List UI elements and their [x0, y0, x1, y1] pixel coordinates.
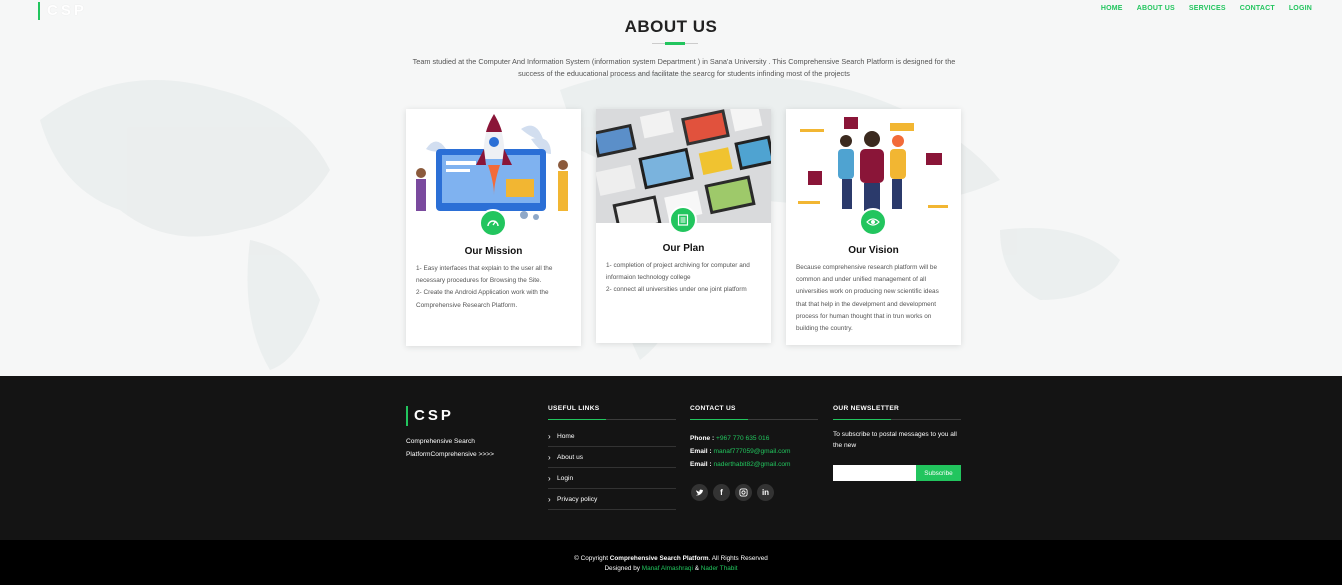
chevron-right-icon: ›	[548, 473, 551, 483]
vision-card: Our Vision Because comprehensive researc…	[786, 109, 961, 345]
subscribe-button[interactable]: Subscribe	[916, 465, 961, 481]
mission-text: 1- Easy interfaces that explain to the u…	[416, 265, 553, 309]
mission-title: Our Mission	[464, 246, 523, 257]
gauge-icon	[479, 209, 507, 237]
author-link-2[interactable]: Nader Thabit	[701, 565, 738, 572]
nav-services[interactable]: SERVICES	[1189, 5, 1226, 12]
facebook-icon[interactable]: f	[713, 484, 730, 501]
intro-text: Team studied at the Computer And Informa…	[412, 57, 956, 78]
footer-link-about[interactable]: › About us	[548, 447, 676, 468]
social-links: f in	[691, 484, 774, 501]
contact-divider	[690, 419, 818, 420]
page-title: ABOUT US	[624, 17, 718, 36]
useful-links-list: › Home › About us › Login › Privacy policy	[548, 426, 676, 510]
instagram-icon[interactable]	[735, 484, 752, 501]
email-1[interactable]: manaf777059@gmail.com	[713, 448, 790, 455]
contact-title: CONTACT US	[690, 405, 736, 412]
newsletter-form: Subscribe	[833, 465, 961, 481]
footer-link-home[interactable]: › Home	[548, 426, 676, 447]
vision-title: Our Vision	[848, 245, 899, 256]
main-nav: HOME ABOUT US SERVICES CONTACT LOGIN	[1101, 5, 1312, 12]
footer-description: Comprehensive Search PlatformComprehensi…	[406, 438, 494, 458]
author-link-1[interactable]: Manaf Almashraqi	[642, 565, 693, 572]
chevron-right-icon: ›	[548, 452, 551, 462]
footer-link-login[interactable]: › Login	[548, 468, 676, 489]
title-divider	[652, 42, 698, 45]
chevron-right-icon: ›	[548, 494, 551, 504]
nav-about-us[interactable]: ABOUT US	[1137, 5, 1175, 12]
newsletter-divider	[833, 419, 961, 420]
chevron-right-icon: ›	[548, 431, 551, 441]
designer-credits: Designed by Manaf Almashraqi & Nader Tha…	[604, 565, 738, 572]
linkedin-icon[interactable]: in	[757, 484, 774, 501]
copyright-bar: © Copyright Comprehensive Search Platfor…	[0, 540, 1342, 585]
useful-links-title: USEFUL LINKS	[548, 405, 600, 412]
eye-icon	[859, 208, 887, 236]
newsletter-title: OUR NEWSLETTER	[833, 405, 900, 412]
plan-title: Our Plan	[662, 243, 705, 254]
phone-number[interactable]: +967 770 635 016	[716, 435, 769, 442]
useful-links-divider	[548, 419, 676, 420]
twitter-icon[interactable]	[691, 484, 708, 501]
copyright-text: © Copyright Comprehensive Search Platfor…	[574, 555, 768, 562]
vision-illustration	[786, 109, 961, 223]
mission-illustration	[406, 109, 581, 223]
plan-text: 1- completion of project archiving for c…	[606, 262, 750, 294]
vision-text: Because comprehensive research platform …	[796, 264, 939, 333]
plan-card: Our Plan 1- completion of project archiv…	[596, 109, 771, 343]
nav-login[interactable]: LOGIN	[1289, 5, 1312, 12]
list-icon	[669, 206, 697, 234]
footer-link-privacy[interactable]: › Privacy policy	[548, 489, 676, 510]
nav-contact[interactable]: CONTACT	[1240, 5, 1275, 12]
nav-home[interactable]: HOME	[1101, 5, 1123, 12]
newsletter-email-input[interactable]	[833, 465, 916, 481]
newsletter-text: To subscribe to postal messages to you a…	[833, 431, 957, 449]
footer-brand[interactable]: CSP	[406, 406, 454, 426]
mission-card: Our Mission 1- Easy interfaces that expl…	[406, 109, 581, 346]
footer: CSP Comprehensive Search PlatformCompreh…	[0, 376, 1342, 540]
about-section: CSP HOME ABOUT US SERVICES CONTACT LOGIN…	[0, 0, 1342, 376]
contact-info: Phone : +967 770 635 016 Email : manaf77…	[690, 435, 791, 468]
email-2[interactable]: naderthabit82@gmail.com	[713, 461, 790, 468]
